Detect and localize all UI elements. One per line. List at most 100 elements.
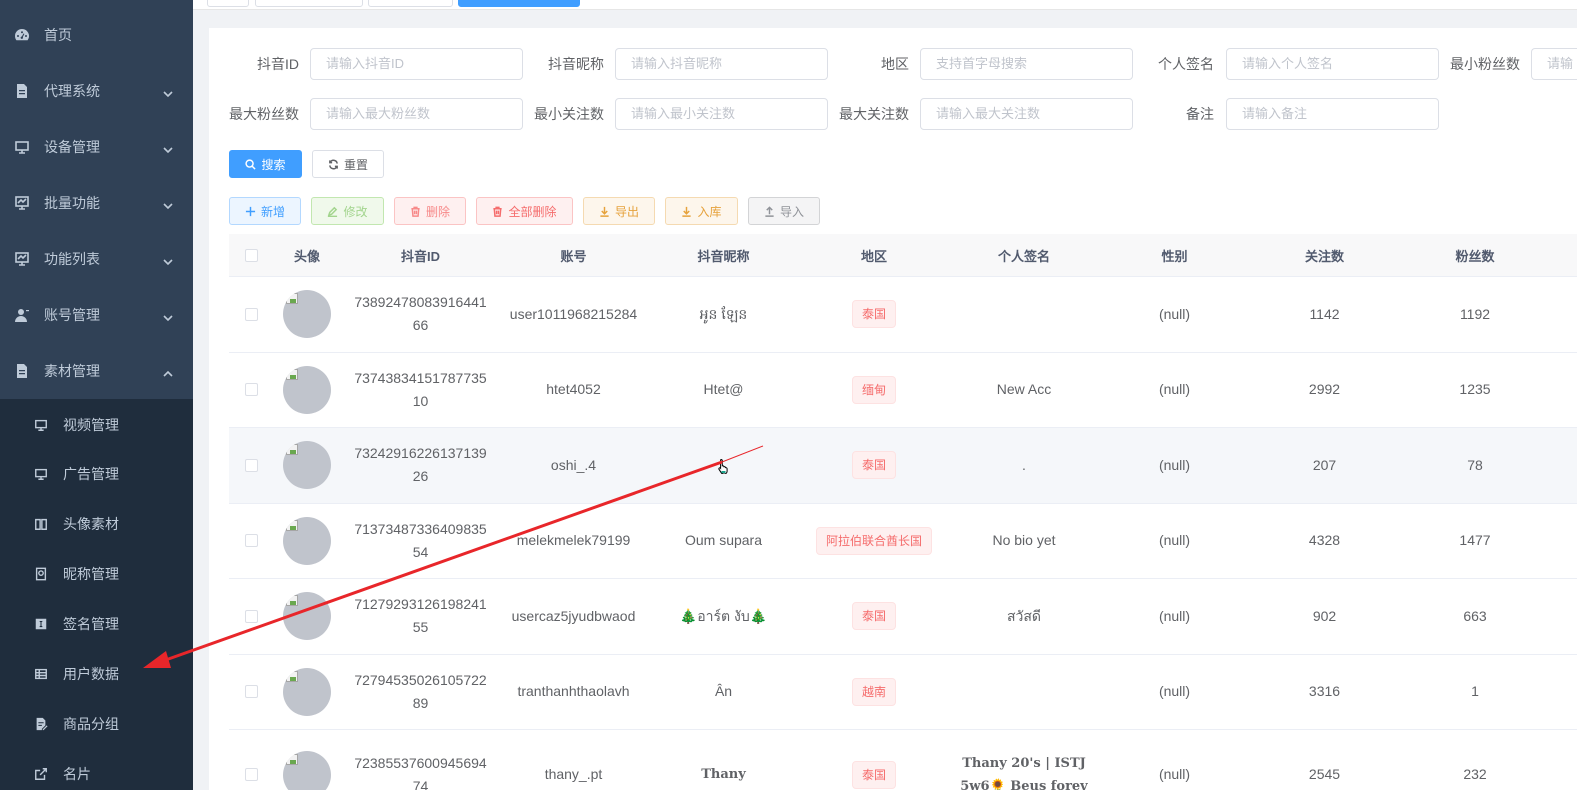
menu-label: 批量功能: [44, 195, 100, 211]
tag-view-tab[interactable]: [368, 0, 453, 7]
row-checkbox[interactable]: [244, 383, 258, 397]
signature-cell: สวัสดี: [1006, 607, 1042, 624]
menu-label: 代理系统: [44, 83, 100, 99]
min-follow-label: 最小关注数: [534, 106, 604, 122]
menu-item-device-management[interactable]: 设备管理: [0, 119, 193, 175]
signature-cell: .: [1022, 456, 1026, 473]
gender-cell: (null): [1158, 766, 1191, 782]
export-button[interactable]: 导出: [583, 197, 655, 225]
table-row[interactable]: 72794535026105722 89 tranthanhthaolavh Ân…: [229, 654, 1577, 730]
row-checkbox[interactable]: [244, 685, 258, 699]
monitor-icon: [34, 418, 48, 432]
nickname-input[interactable]: 请输入抖音昵称: [615, 48, 828, 80]
search-button[interactable]: 搜索: [229, 150, 302, 178]
sub-item-ad-management[interactable]: 广告管理: [0, 449, 193, 499]
row-checkbox-cell: [229, 768, 273, 781]
tag-view-tab-active[interactable]: [458, 0, 580, 7]
upload-icon: [764, 205, 775, 217]
fans-cell: 232: [1463, 766, 1487, 782]
trash-icon: [410, 206, 421, 217]
min-follow-input[interactable]: 请输入最小关注数: [615, 98, 828, 130]
sub-item-product-group[interactable]: 商品分组: [0, 699, 193, 749]
row-checkbox[interactable]: [244, 768, 258, 781]
tag-view-tab[interactable]: [207, 0, 249, 7]
avatar: [283, 516, 331, 565]
douyin-id-part: 73892478083916441: [354, 294, 487, 311]
chevron-down-icon: [163, 142, 173, 154]
edit-button[interactable]: 修改: [311, 197, 384, 225]
refresh-icon: [328, 159, 339, 170]
table-row[interactable]: 72385537600945694 74 thany_.pt Thany 泰国 T…: [229, 730, 1577, 790]
account-cell: melekmelek79199: [516, 532, 631, 549]
menu-item-agent-system[interactable]: 代理系统: [0, 63, 193, 119]
signature-icon: [34, 617, 48, 631]
row-checkbox[interactable]: [244, 534, 258, 548]
reset-button[interactable]: 重置: [312, 150, 384, 178]
menu-item-account-management[interactable]: 账号管理: [0, 287, 193, 343]
fans-cell: 1235: [1459, 381, 1491, 398]
menu-item-function-list[interactable]: 功能列表: [0, 231, 193, 287]
region-select[interactable]: 支持首字母搜索: [920, 48, 1133, 80]
sub-item-user-data[interactable]: 用户数据: [0, 649, 193, 699]
menu-item-home[interactable]: 首页: [0, 7, 193, 63]
douyin-id-part: 71279293126198241: [354, 596, 487, 613]
douyin-id-part: 71373487336409835: [354, 520, 487, 537]
sub-item-signature-management[interactable]: 签名管理: [0, 599, 193, 649]
menu-label: 首页: [44, 27, 72, 43]
download-icon: [599, 206, 610, 217]
avatar-cell: [273, 290, 341, 339]
row-checkbox[interactable]: [244, 458, 258, 472]
select-all-checkbox[interactable]: [244, 248, 258, 262]
delete-all-button[interactable]: 全部删除: [476, 197, 573, 225]
add-button[interactable]: 新增: [229, 197, 301, 225]
tags-view-bar: [193, 0, 1577, 10]
douyin-id-cell: 73743834151787735 10: [341, 367, 500, 413]
row-checkbox[interactable]: [244, 307, 258, 321]
douyin-id-cell: 73892478083916441 66: [341, 291, 500, 337]
sub-item-avatar-material[interactable]: 头像素材: [0, 499, 193, 549]
row-checkbox[interactable]: [244, 609, 258, 623]
table-row[interactable]: 73743834151787735 10 htet4052 Htet@ 缅甸 Ne…: [229, 352, 1577, 428]
menu-label: 素材管理: [44, 363, 100, 379]
signature-input[interactable]: 请输入个人签名: [1226, 48, 1439, 80]
remark-input[interactable]: 请输入备注: [1226, 98, 1439, 130]
sub-item-nickname-management[interactable]: 昵称管理: [0, 549, 193, 599]
column-header: 抖音ID: [400, 248, 440, 264]
sub-item-label: 视频管理: [63, 417, 119, 433]
import-button[interactable]: 导入: [748, 197, 820, 225]
region-tag: 泰国: [851, 602, 896, 631]
avatar-cell: [273, 667, 341, 716]
table-row[interactable]: 71279293126198241 55 usercaz5jyudbwaod 🎄อ…: [229, 579, 1577, 655]
column-header: 性别: [1161, 248, 1188, 264]
max-follow-label: 最大关注数: [839, 106, 909, 122]
book-icon: [34, 517, 48, 531]
douyin-id-input[interactable]: 请输入抖音ID: [310, 48, 523, 80]
menu-item-material-management[interactable]: 素材管理: [0, 343, 193, 399]
table-row[interactable]: 71373487336409835 54 melekmelek79199 Oum …: [229, 503, 1577, 579]
signature-cell: Thany 20's | ISTJ 5w6🌻 Beus forev: [948, 752, 1100, 790]
gender-cell: (null): [1158, 305, 1191, 322]
delete-button[interactable]: 删除: [394, 197, 466, 225]
avatar-cell: [273, 516, 341, 565]
column-header: 关注数: [1304, 248, 1344, 264]
tag-view-tab[interactable]: [255, 0, 363, 7]
account-cell: user1011968215284: [509, 305, 638, 322]
delete-all-button-label: 全部删除: [508, 204, 557, 219]
region-cell: 泰国: [800, 300, 948, 329]
avatar: [283, 290, 331, 339]
douyin-id-part: 73242916226137139: [354, 445, 487, 462]
sub-item-business-card[interactable]: 名片: [0, 749, 193, 790]
min-fans-input[interactable]: 请输: [1531, 48, 1577, 80]
nickname-cell: Thany: [701, 767, 746, 782]
max-follow-input[interactable]: 请输入最大关注数: [920, 98, 1133, 130]
menu-item-batch-functions[interactable]: 批量功能: [0, 175, 193, 231]
douyin-id-part: 10: [412, 392, 429, 409]
sub-item-video-management[interactable]: 视频管理: [0, 399, 193, 449]
stock-in-button[interactable]: 入库: [665, 197, 738, 225]
table-row[interactable]: 73892478083916441 66 user1011968215284 អូ…: [229, 277, 1577, 353]
following-cell: 1142: [1309, 305, 1340, 322]
max-fans-input[interactable]: 请输入最大粉丝数: [310, 98, 523, 130]
douyin-id-cell: 73242916226137139 26: [341, 442, 500, 488]
table-row[interactable]: 73242916226137139 26 oshi_.4 泰国 . (null) …: [229, 428, 1577, 504]
remark-label: 备注: [1186, 106, 1214, 122]
